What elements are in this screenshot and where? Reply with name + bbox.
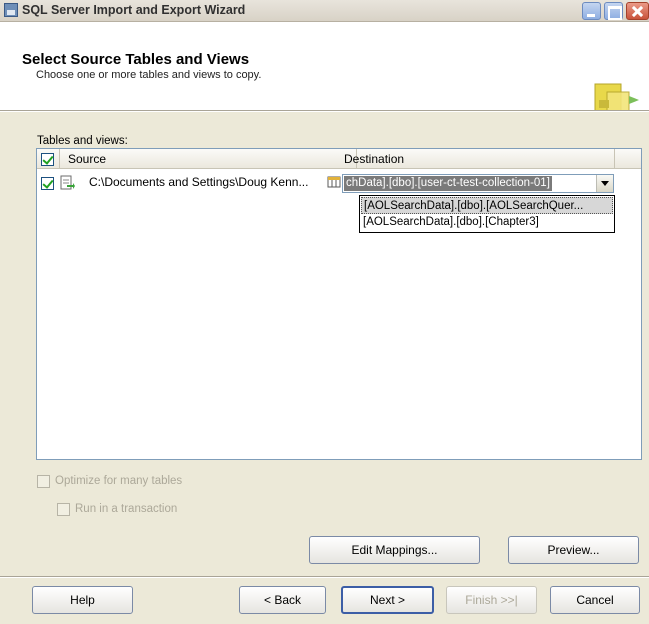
optimize-label: Optimize for many tables <box>55 475 183 487</box>
destination-dropdown[interactable]: chData].[dbo].[user-ct-test-collection-0… <box>342 174 614 193</box>
preview-button[interactable]: Preview... <box>508 536 639 564</box>
window-title: SQL Server Import and Export Wizard <box>22 3 246 17</box>
tables-label: Tables and views: <box>37 135 128 147</box>
column-header-source[interactable]: Source <box>59 149 357 169</box>
wizard-header: Select Source Tables and Views Choose on… <box>0 22 649 119</box>
finish-button[interactable]: Finish >>| <box>446 586 537 614</box>
optimize-checkbox[interactable] <box>37 475 50 488</box>
destination-dropdown-list[interactable]: [AOLSearchData].[dbo].[AOLSearchQuer... … <box>359 195 615 233</box>
table-icon <box>327 176 341 188</box>
title-bar[interactable]: SQL Server Import and Export Wizard <box>0 0 649 22</box>
cancel-button[interactable]: Cancel <box>550 586 640 614</box>
select-all-checkbox[interactable] <box>41 153 54 166</box>
destination-option[interactable]: [AOLSearchData].[dbo].[Chapter3] <box>361 214 613 231</box>
row-source-path: C:\Documents and Settings\Doug Kenn... <box>89 175 309 189</box>
help-button[interactable]: Help <box>32 586 133 614</box>
maximize-button[interactable] <box>604 2 623 20</box>
next-button[interactable]: Next > <box>341 586 434 614</box>
text-file-source-icon <box>60 175 75 190</box>
grid-header: Source Destination <box>37 149 641 169</box>
chevron-down-icon[interactable] <box>596 175 613 192</box>
destination-value: chData].[dbo].[user-ct-test-collection-0… <box>344 176 552 191</box>
minimize-button[interactable] <box>582 2 601 20</box>
app-icon <box>4 3 18 17</box>
edit-mappings-button[interactable]: Edit Mappings... <box>309 536 480 564</box>
back-button[interactable]: < Back <box>239 586 326 614</box>
page-title: Select Source Tables and Views <box>22 51 250 68</box>
column-header-destination[interactable]: Destination <box>337 149 615 169</box>
transaction-checkbox[interactable] <box>57 503 70 516</box>
tables-grid[interactable]: Source Destination C:\Documents and Sett… <box>36 148 642 460</box>
page-subtitle: Choose one or more tables and views to c… <box>36 69 262 81</box>
footer-separator <box>0 576 649 578</box>
destination-option[interactable]: [AOLSearchData].[dbo].[AOLSearchQuer... <box>361 197 613 214</box>
transaction-label: Run in a transaction <box>75 503 178 515</box>
close-button[interactable] <box>626 2 649 20</box>
row-checkbox[interactable] <box>41 177 54 190</box>
